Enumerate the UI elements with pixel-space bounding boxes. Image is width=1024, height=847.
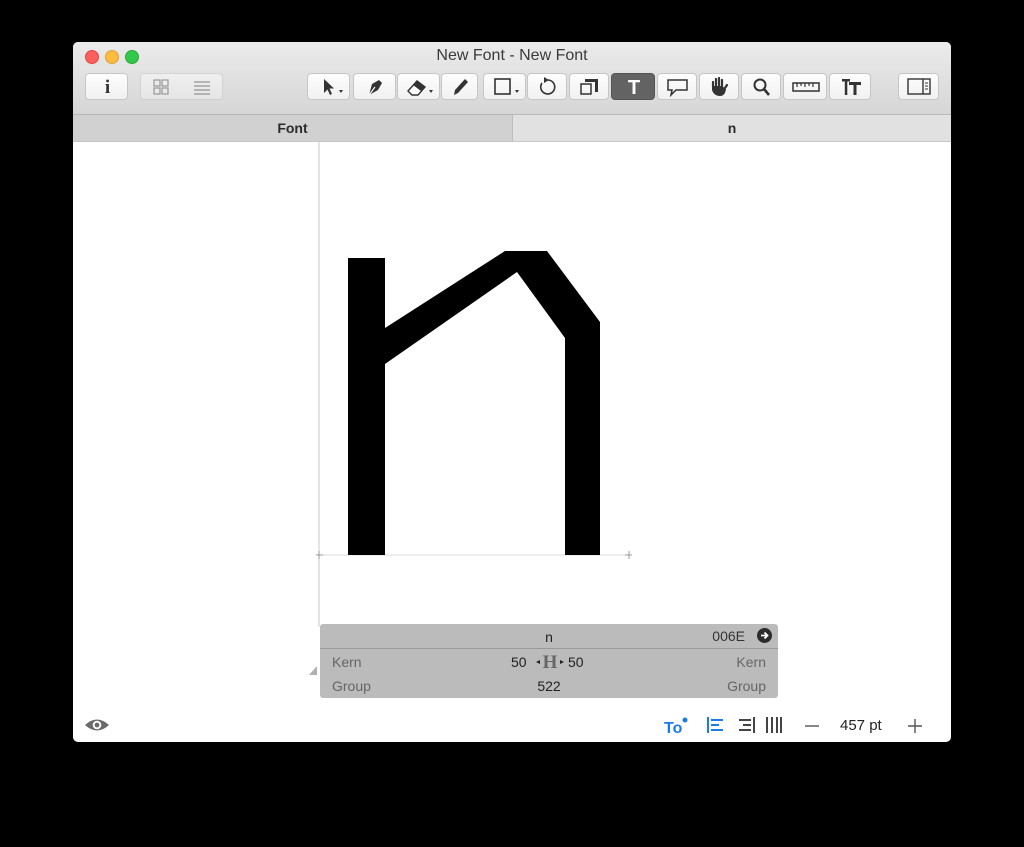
- sidebar-toggle-button[interactable]: [898, 73, 939, 100]
- grid-view-button[interactable]: [141, 74, 182, 99]
- annotation-tool-button[interactable]: [657, 73, 697, 100]
- list-view-button[interactable]: [182, 74, 223, 99]
- metrics-icon: [842, 79, 861, 95]
- glyph-name: n: [545, 629, 553, 645]
- list-view-icon: [193, 80, 210, 95]
- sidebearing-glyph-icon: H: [536, 652, 564, 673]
- svg-text:To: To: [664, 720, 683, 737]
- info-button[interactable]: i: [85, 73, 128, 100]
- title-bar: New Font - New Font i T: [73, 42, 951, 115]
- left-sidebearing-field[interactable]: 50: [511, 654, 527, 670]
- glyph-n-outline[interactable]: [348, 251, 600, 555]
- zoom-level: 457 pt: [840, 717, 882, 734]
- pencil-icon: [454, 79, 468, 95]
- scale-tool-button[interactable]: [569, 73, 609, 100]
- window-title: New Font - New Font: [436, 47, 588, 64]
- zoom-in-icon[interactable]: [907, 718, 923, 734]
- grid-view-icon: [153, 78, 169, 95]
- glyph-edit-canvas[interactable]: [73, 142, 951, 702]
- svg-text:H: H: [543, 652, 558, 673]
- align-right-icon[interactable]: [737, 717, 755, 733]
- zoom-out-icon[interactable]: [804, 718, 820, 734]
- hand-icon: [711, 76, 729, 96]
- eraser-tool-button[interactable]: [397, 73, 440, 100]
- info-icon: i: [105, 77, 110, 98]
- align-justify-icon[interactable]: [765, 717, 783, 733]
- right-group-label: Group: [727, 678, 766, 694]
- svg-text:i: i: [105, 77, 110, 98]
- pen-icon: [368, 80, 382, 96]
- eye-icon[interactable]: [84, 716, 110, 734]
- hand-tool-button[interactable]: [699, 73, 739, 100]
- align-left-icon[interactable]: [707, 717, 725, 733]
- measure-tool-button[interactable]: [783, 73, 827, 100]
- shape-tool-button[interactable]: [483, 73, 526, 100]
- rectangle-icon: [494, 78, 519, 95]
- unicode-go-icon[interactable]: [756, 627, 773, 644]
- tab-bar: Font n: [73, 115, 951, 142]
- glyph-info-panel: n 006E Kern 50 H 50 Kern Group 522 Group: [320, 624, 778, 698]
- eraser-icon: [407, 80, 433, 96]
- ruler-icon: [792, 82, 820, 92]
- font-editor-window: New Font - New Font i T Font n n 006E Ke…: [73, 42, 951, 742]
- view-mode-segmented[interactable]: [140, 73, 223, 100]
- annotation-icon: [667, 79, 688, 98]
- text-options-icon[interactable]: To: [663, 715, 689, 737]
- select-arrow-icon: [324, 79, 343, 95]
- zoom-icon: [753, 78, 770, 96]
- glyph-width-field[interactable]: 522: [320, 678, 778, 694]
- pencil-tool-button[interactable]: [441, 73, 478, 100]
- bottom-bar: To 457 pt: [73, 710, 951, 742]
- scale-icon: [580, 79, 598, 95]
- tab-font[interactable]: Font: [73, 115, 513, 141]
- right-sidebearing-field[interactable]: 50: [568, 654, 584, 670]
- rotate-icon: [539, 77, 556, 95]
- left-kern-label: Kern: [332, 654, 362, 670]
- right-kern-label: Kern: [736, 654, 766, 670]
- text-tool-button[interactable]: T: [611, 73, 655, 100]
- tab-glyph-n[interactable]: n: [513, 115, 951, 141]
- select-tool-button[interactable]: [307, 73, 350, 100]
- panel-corner-marker: [309, 666, 317, 675]
- svg-text:T: T: [628, 77, 640, 99]
- rotate-tool-button[interactable]: [527, 73, 567, 100]
- metrics-tool-button[interactable]: [829, 73, 871, 100]
- zoom-tool-button[interactable]: [741, 73, 781, 100]
- sidebar-icon: [907, 78, 931, 95]
- unicode-value: 006E: [712, 628, 745, 644]
- pen-tool-button[interactable]: [353, 73, 396, 100]
- text-tool-icon: T: [628, 77, 640, 99]
